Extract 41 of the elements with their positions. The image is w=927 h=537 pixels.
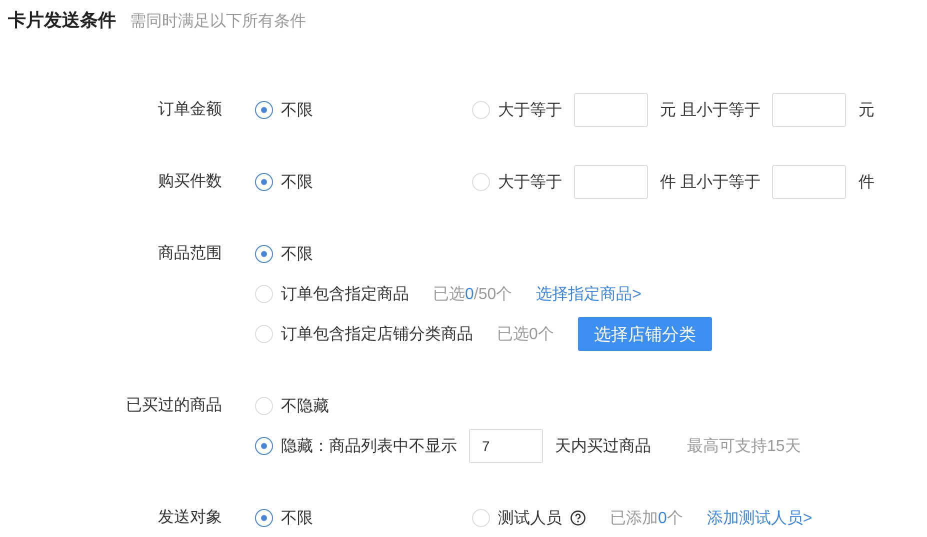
option-label: 不限: [281, 172, 313, 192]
input-field[interactable]: [574, 165, 648, 199]
section-title: 卡片发送条件: [8, 9, 116, 32]
option-label: 不限: [281, 244, 313, 264]
field-label: 订单金额: [157, 100, 222, 120]
input-field[interactable]: 7: [469, 429, 543, 463]
option-label: 件: [858, 172, 874, 192]
input-field[interactable]: [574, 93, 648, 127]
input-field[interactable]: [772, 93, 846, 127]
option-label: 大于等于: [498, 100, 562, 120]
select-link[interactable]: 选择指定商品>: [536, 284, 642, 304]
option-label: 元 且小于等于: [660, 100, 760, 120]
option-label: 测试人员: [498, 508, 562, 528]
selected-count: 已选0/50个: [433, 284, 512, 304]
option-label: 不限: [281, 100, 313, 120]
option-label: 件 且小于等于: [660, 172, 760, 192]
select-link[interactable]: 添加测试人员>: [706, 508, 812, 528]
option-label: 不隐藏: [281, 396, 329, 416]
hint-text: 最高可支持15天: [687, 436, 801, 456]
field-label: 商品范围: [157, 244, 222, 264]
input-field[interactable]: [772, 165, 846, 199]
field-label: 已买过的商品: [125, 396, 222, 416]
selected-count: 已选0个: [497, 324, 554, 344]
option-label: 订单包含指定商品: [281, 284, 409, 304]
section-subtitle: 需同时满足以下所有条件: [130, 12, 306, 32]
option-label: 天内买过商品: [555, 436, 651, 456]
option-label: 大于等于: [498, 172, 562, 192]
option-label: 订单包含指定店铺分类商品: [281, 324, 473, 344]
field-label: 购买件数: [157, 172, 222, 192]
option-label: 不限: [281, 508, 313, 528]
help-icon[interactable]: [570, 510, 586, 526]
radio-button[interactable]: [255, 101, 273, 119]
option-label: 隐藏：商品列表中不显示: [281, 436, 457, 456]
selected-count: 已添加0个: [610, 508, 683, 528]
option-label: 元: [858, 100, 874, 120]
radio-button[interactable]: [255, 173, 273, 191]
select-button[interactable]: 选择店铺分类: [578, 317, 712, 351]
radio-button[interactable]: [255, 509, 273, 527]
radio-button[interactable]: [255, 437, 273, 455]
field-label: 发送对象: [157, 508, 222, 528]
radio-button[interactable]: [255, 245, 273, 263]
